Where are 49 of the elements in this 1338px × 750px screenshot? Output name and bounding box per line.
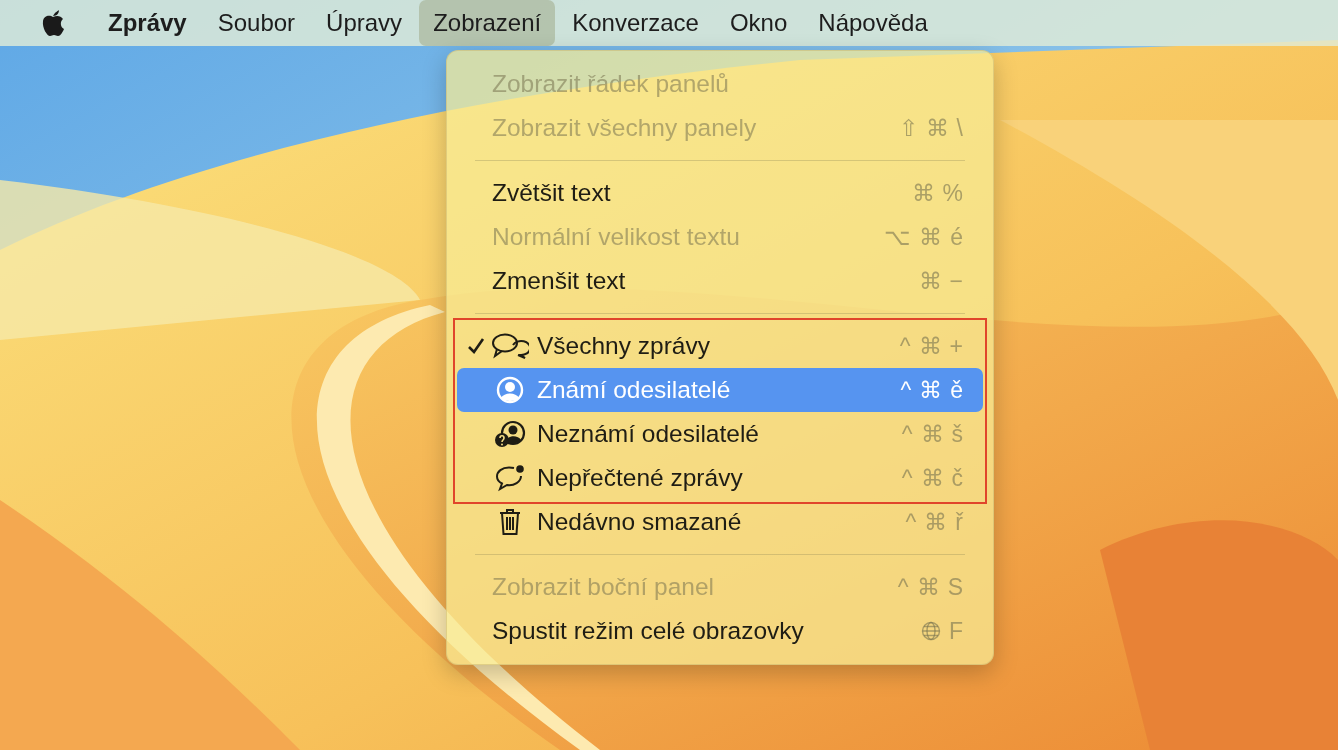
- menu-item[interactable]: Zvětšit text ⌘ %: [457, 171, 983, 215]
- menu-title[interactable]: Zobrazení: [419, 0, 556, 46]
- shortcut-key: ⌘: [918, 267, 942, 295]
- shortcut-key: š: [951, 420, 963, 448]
- chat-bubble-dot-icon: [494, 464, 526, 492]
- shortcut-key: ě: [950, 376, 963, 404]
- person-circle-icon: [496, 376, 524, 404]
- shortcut-key: ⌘: [911, 179, 935, 207]
- apple-logo-icon[interactable]: [40, 8, 66, 38]
- shortcut-key: ř: [955, 508, 963, 536]
- shortcut-key: \: [956, 114, 963, 142]
- shortcut-key: ^: [901, 420, 913, 448]
- shortcut-key: ⌘: [920, 464, 944, 492]
- menu-title[interactable]: Konverzace: [558, 6, 713, 40]
- shortcut-key: ⌘: [919, 376, 943, 404]
- shortcut-key: ⌘: [924, 508, 948, 536]
- shortcut-key: ⌥: [884, 223, 912, 251]
- shortcut-key: %: [942, 179, 963, 207]
- chat-bubbles-icon: [491, 332, 529, 360]
- menu-item[interactable]: Všechny zprávy ^ ⌘ +: [457, 324, 983, 368]
- menu-item[interactable]: Nedávno smazané ^ ⌘ ř: [457, 500, 983, 544]
- shortcut-key: ⌘: [916, 573, 940, 601]
- trash-icon: [497, 507, 523, 537]
- menu-title[interactable]: Okno: [715, 6, 802, 40]
- shortcut-key: S: [947, 573, 963, 601]
- shortcut-key: ^: [905, 508, 917, 536]
- menu-item[interactable]: Nepřečtené zprávy ^ ⌘ č: [457, 456, 983, 500]
- shortcut-key: ⌘: [920, 420, 944, 448]
- menu-title[interactable]: Soubor: [203, 6, 310, 40]
- shortcut-key: ^: [899, 332, 911, 360]
- shortcut-key: ^: [900, 376, 912, 404]
- shortcut-key: ^: [897, 573, 909, 601]
- menu-item[interactable]: Neznámí odesilatelé ^ ⌘ š: [457, 412, 983, 456]
- shortcut-key: ⌘: [919, 223, 943, 251]
- menu-item[interactable]: Zmenšit text ⌘ −: [457, 259, 983, 303]
- menu-item[interactable]: Spustit režim celé obrazovky F: [457, 609, 983, 653]
- unknown-person-icon: [494, 419, 526, 449]
- menu-title[interactable]: Nápověda: [804, 6, 942, 40]
- shortcut-key: ⌘: [918, 332, 942, 360]
- shortcut-key: é: [950, 223, 963, 251]
- shortcut-key: ^: [901, 464, 913, 492]
- shortcut-key: F: [948, 617, 963, 645]
- shortcut-key: ⇧: [898, 114, 918, 142]
- app-name-menu[interactable]: Zprávy: [94, 6, 201, 40]
- shortcut-key: ⌘: [925, 114, 949, 142]
- shortcut-key: č: [951, 464, 963, 492]
- shortcut-key: −: [949, 267, 963, 295]
- shortcut-key: +: [949, 332, 963, 360]
- menu-title[interactable]: Úpravy: [312, 6, 417, 40]
